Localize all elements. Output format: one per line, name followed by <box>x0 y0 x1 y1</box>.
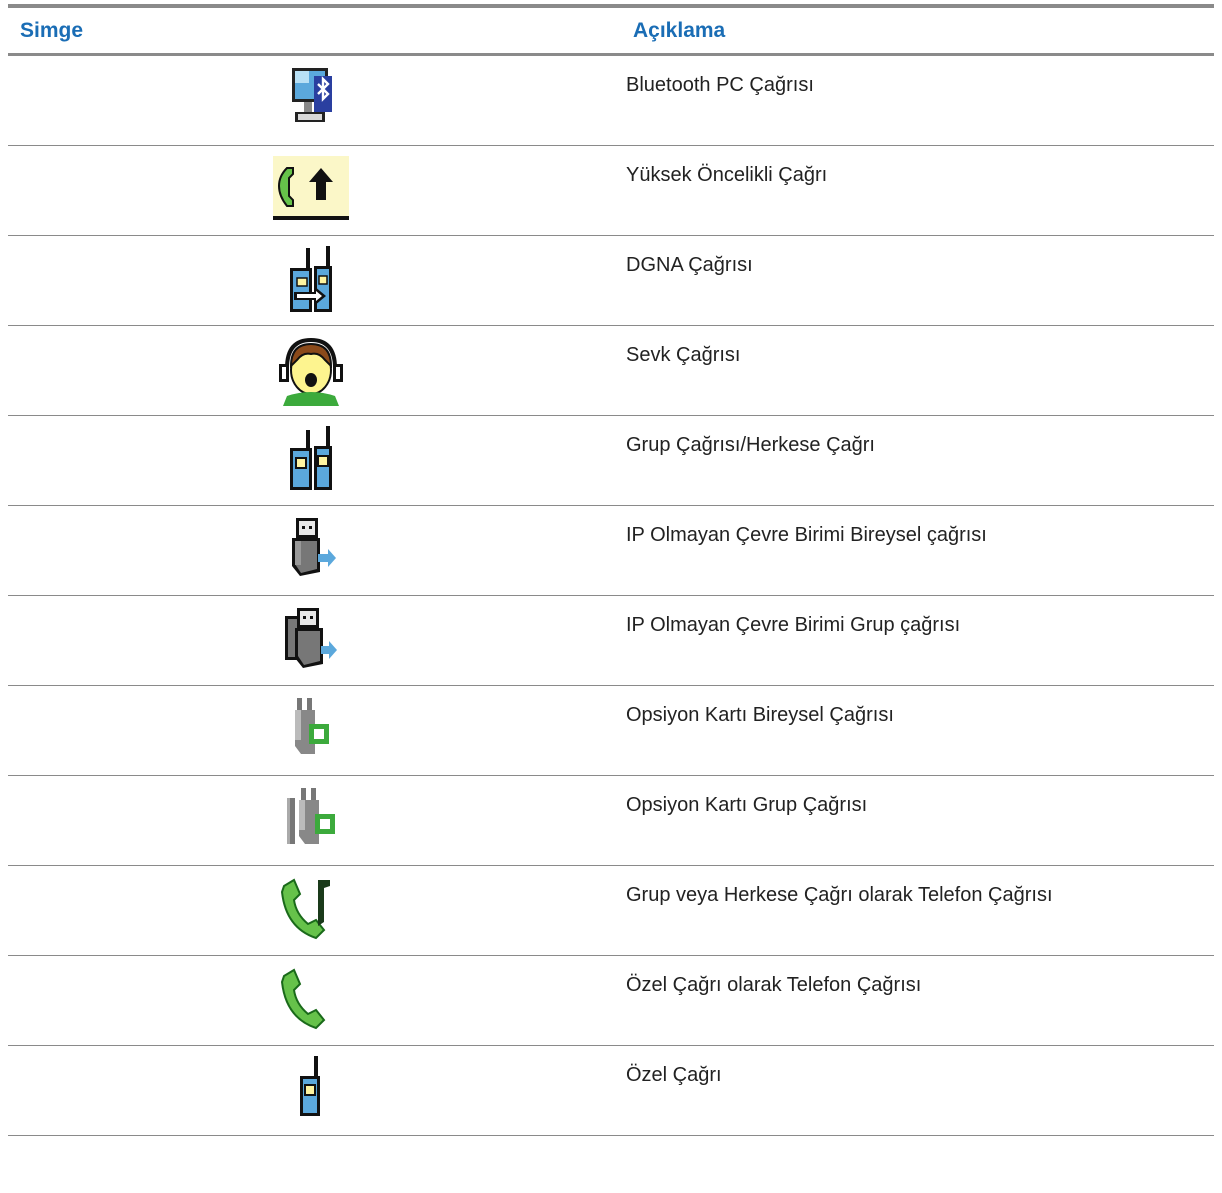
high-priority-call-icon <box>272 156 349 220</box>
table-row: Grup veya Herkese Çağrı olarak Telefon Ç… <box>8 866 1214 956</box>
row-description: Sevk Çağrısı <box>626 344 741 366</box>
non-ip-peripheral-private-call-icon <box>291 518 336 576</box>
table-row: Yüksek Öncelikli Çağrı <box>8 146 1214 236</box>
table-row: Bluetooth PC Çağrısı <box>8 56 1214 146</box>
non-ip-peripheral-group-call-icon <box>284 608 337 668</box>
icon-cell <box>8 596 613 685</box>
option-card-private-call-icon <box>294 698 329 754</box>
table-row: Grup Çağrısı/Herkese Çağrı <box>8 416 1214 506</box>
table-row: DGNA Çağrısı <box>8 236 1214 326</box>
icon-cell <box>8 236 613 325</box>
table-row: Opsiyon Kartı Bireysel Çağrısı <box>8 686 1214 776</box>
icon-cell <box>8 506 613 595</box>
row-description: Grup Çağrısı/Herkese Çağrı <box>626 434 875 456</box>
table-row: Özel Çağrı olarak Telefon Çağrısı <box>8 956 1214 1046</box>
icon-cell <box>8 866 613 955</box>
row-description: DGNA Çağrısı <box>626 254 753 276</box>
icon-cell <box>8 56 613 145</box>
table-row: Opsiyon Kartı Grup Çağrısı <box>8 776 1214 866</box>
group-call-icon <box>289 426 332 490</box>
table-row: Özel Çağrı <box>8 1046 1214 1136</box>
row-description: IP Olmayan Çevre Birimi Bireysel çağrısı <box>626 524 987 546</box>
icon-cell <box>8 956 613 1045</box>
row-description: Özel Çağrı olarak Telefon Çağrısı <box>626 974 922 996</box>
icon-cell <box>8 326 613 415</box>
header-icon-column: Simge <box>20 18 84 42</box>
dgna-call-icon <box>289 246 332 312</box>
table-row: IP Olmayan Çevre Birimi Bireysel çağrısı <box>8 506 1214 596</box>
row-description: Opsiyon Kartı Grup Çağrısı <box>626 794 868 816</box>
icon-cell <box>8 146 613 235</box>
table-header: Simge Açıklama <box>8 8 1214 56</box>
row-description: Opsiyon Kartı Bireysel Çağrısı <box>626 704 894 726</box>
bluetooth-pc-call-icon <box>291 68 332 122</box>
table-row: Sevk Çağrısı <box>8 326 1214 416</box>
header-description-column: Açıklama <box>633 18 726 42</box>
row-description: Grup veya Herkese Çağrı olarak Telefon Ç… <box>626 884 1053 906</box>
icon-cell <box>8 776 613 865</box>
option-card-group-call-icon <box>286 788 335 844</box>
phone-call-as-group-call-icon <box>280 878 330 940</box>
icon-table: Simge Açıklama Bluetooth PC Çağrısı Yüks… <box>8 4 1214 1136</box>
icon-cell <box>8 416 613 505</box>
private-call-icon <box>299 1056 320 1116</box>
table-row: IP Olmayan Çevre Birimi Grup çağrısı <box>8 596 1214 686</box>
phone-call-as-private-call-icon <box>280 968 325 1030</box>
dispatch-call-icon <box>278 337 343 406</box>
row-description: Bluetooth PC Çağrısı <box>626 74 814 96</box>
row-description: IP Olmayan Çevre Birimi Grup çağrısı <box>626 614 961 636</box>
row-description: Özel Çağrı <box>626 1064 722 1086</box>
icon-cell <box>8 1046 613 1135</box>
icon-cell <box>8 686 613 775</box>
row-description: Yüksek Öncelikli Çağrı <box>626 164 828 186</box>
